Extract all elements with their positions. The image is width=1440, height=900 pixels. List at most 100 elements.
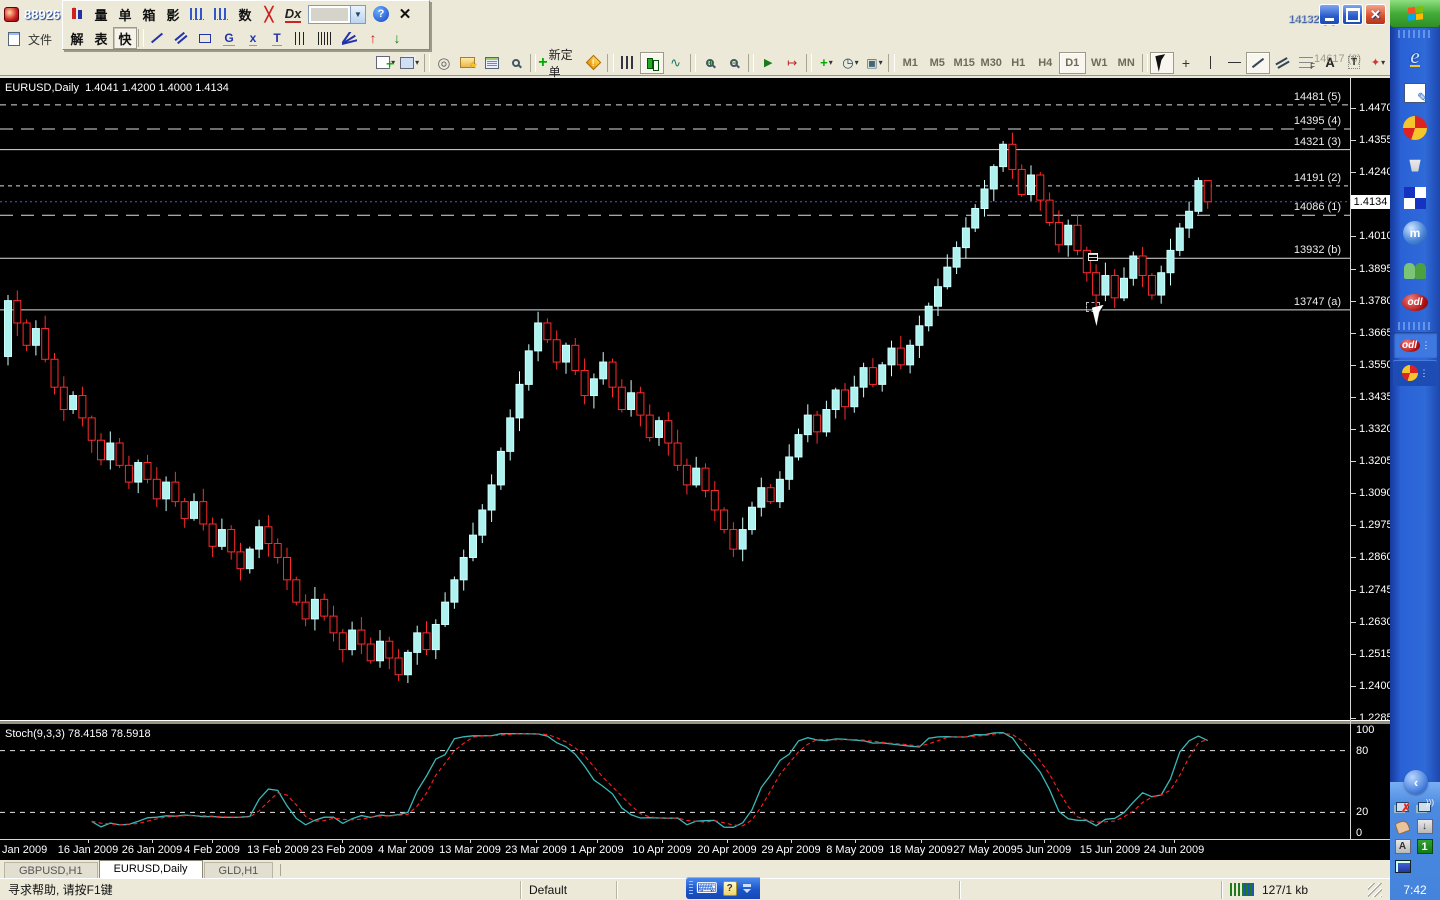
resize-grip[interactable] <box>1368 882 1382 897</box>
task-button-firebird[interactable]: ⋮ <box>1393 360 1437 386</box>
zoom-out-button[interactable]: − <box>722 52 746 74</box>
histogram-button[interactable] <box>185 3 209 25</box>
jie-button[interactable]: 解 <box>65 27 89 49</box>
navigator-button[interactable] <box>456 52 480 74</box>
chart-tab-EURUSD-Daily[interactable]: EURUSD,Daily <box>98 860 203 878</box>
parallel-lines-button[interactable] <box>169 27 193 49</box>
dan-button[interactable]: 单 <box>113 3 137 25</box>
fan-lines-button[interactable] <box>337 27 361 49</box>
channel-button[interactable] <box>1270 52 1294 74</box>
timeframe-M15[interactable]: M15 <box>951 52 978 74</box>
keyboard-icon[interactable]: ⌨ <box>696 881 718 896</box>
checker-shortcut[interactable] <box>1401 184 1429 211</box>
candles-tool-button[interactable] <box>65 3 89 25</box>
crosshair-button[interactable]: + <box>1174 52 1198 74</box>
periods-button[interactable]: ◷ ▾ <box>838 52 862 74</box>
arrow-up-button[interactable]: ↑ <box>361 27 385 49</box>
line-chart-button[interactable]: ∿ <box>664 52 688 74</box>
cursor-button[interactable] <box>1150 51 1175 74</box>
chevron-down-icon[interactable]: ▼ <box>350 5 365 23</box>
hide-icons-chevron[interactable]: ‹ <box>1404 770 1428 794</box>
toolbar-combobox[interactable]: ▼ <box>308 4 366 24</box>
x-tool-button[interactable]: x <box>241 27 265 49</box>
show-desktop-shortcut[interactable] <box>1401 79 1429 106</box>
cross-lines-button[interactable]: ╳ <box>257 3 281 25</box>
network-disconnected-icon[interactable]: ✗ <box>1393 798 1412 815</box>
dx-button[interactable]: Dx <box>281 3 305 25</box>
chart-area[interactable]: EURUSD,Daily 1.4041 1.4200 1.4000 1.4134… <box>0 78 1390 860</box>
arrow-down-button[interactable]: ↓ <box>385 27 409 49</box>
chart-tab-GBPUSD-H1[interactable]: GBPUSD,H1 <box>4 862 98 878</box>
xiang-button[interactable]: 箱 <box>137 3 161 25</box>
chart-tab-GLD-H1[interactable]: GLD,H1 <box>203 862 274 878</box>
new-order-button[interactable]: + 新定单 <box>538 48 581 79</box>
vertical-line-button[interactable] <box>1198 52 1222 74</box>
t-tool-button[interactable]: T <box>265 27 289 49</box>
trendline-button[interactable] <box>1246 51 1271 74</box>
stochastic-plot[interactable] <box>0 724 1350 838</box>
messenger-shortcut[interactable] <box>1401 254 1429 281</box>
timeframe-MN[interactable]: MN <box>1113 52 1140 74</box>
grid-lines-button[interactable] <box>289 27 313 49</box>
arrows-button[interactable]: ✦ ▾ <box>1366 52 1390 74</box>
terminal-button[interactable] <box>480 52 504 74</box>
start-button[interactable] <box>1390 0 1440 28</box>
autoscroll-button[interactable]: ▶ <box>756 52 780 74</box>
download-tray-icon[interactable]: ↓ <box>1415 818 1434 835</box>
drag-handle[interactable] <box>689 881 693 895</box>
horizontal-line-button[interactable] <box>1222 52 1246 74</box>
paint-shortcut[interactable] <box>1401 149 1429 176</box>
profiles-button[interactable]: ▾ <box>398 52 422 74</box>
input-hand-icon[interactable] <box>1393 818 1412 835</box>
menu-file[interactable]: 文件 <box>24 29 56 50</box>
strategy-tester-button[interactable] <box>504 52 528 74</box>
ie-shortcut[interactable]: e <box>1401 44 1429 71</box>
ime-help-icon[interactable]: ? <box>722 880 737 896</box>
biao-button[interactable]: 表 <box>89 27 113 49</box>
rectangle-button[interactable] <box>193 27 217 49</box>
selection-handle[interactable] <box>1088 253 1098 261</box>
ime-language-icon[interactable]: A <box>1393 838 1412 855</box>
liang-button[interactable]: 量 <box>89 3 113 25</box>
metaeditor-button[interactable] <box>581 52 605 74</box>
minimize-button[interactable] <box>1319 4 1340 25</box>
candlestick-plot[interactable] <box>0 78 1350 720</box>
status-profile[interactable]: Default <box>521 880 617 899</box>
diagonal-line-button[interactable] <box>145 27 169 49</box>
kuai-button[interactable]: 快 <box>113 27 137 49</box>
gann-button[interactable]: G <box>217 27 241 49</box>
timeframe-D1[interactable]: D1 <box>1058 51 1086 74</box>
chart-shift-button[interactable]: ↦ <box>780 52 804 74</box>
new-chart-button[interactable]: + ▾ <box>374 52 398 74</box>
ying-button[interactable]: 影 <box>161 3 185 25</box>
timeframe-W1[interactable]: W1 <box>1086 52 1113 74</box>
network-activity-icon[interactable]: ))) <box>1415 798 1434 815</box>
maximize-button[interactable] <box>1342 4 1363 25</box>
book-tray-icon[interactable] <box>1393 858 1412 875</box>
text-label-button[interactable]: T <box>1342 52 1366 74</box>
market-watch-button[interactable]: ◎ <box>432 52 456 74</box>
bar-chart-button[interactable] <box>616 52 640 74</box>
help-button[interactable]: ? <box>369 3 393 25</box>
templates-button[interactable]: ▣ ▾ <box>862 52 886 74</box>
odl-shortcut[interactable]: odl <box>1401 289 1429 316</box>
candlestick-chart-button[interactable] <box>639 51 664 74</box>
task-button-odl[interactable]: odl ⋮ <box>1393 332 1437 358</box>
firebird-shortcut[interactable] <box>1401 114 1429 141</box>
grid-lines2-button[interactable] <box>313 27 337 49</box>
ime-options-icon[interactable] <box>742 883 751 893</box>
notify-one-icon[interactable]: 1 <box>1415 838 1434 855</box>
timeframe-H1[interactable]: H1 <box>1005 52 1032 74</box>
shu-button[interactable]: 数 <box>233 3 257 25</box>
fibonacci-button[interactable] <box>1294 52 1318 74</box>
maxthon-shortcut[interactable]: m <box>1401 219 1429 246</box>
text-button[interactable]: A <box>1318 52 1342 74</box>
toolbar-close-button[interactable]: ✕ <box>393 3 417 25</box>
timeframe-M5[interactable]: M5 <box>924 52 951 74</box>
indicators-button[interactable]: + ▾ <box>814 52 838 74</box>
timeframe-H4[interactable]: H4 <box>1032 52 1059 74</box>
histogram2-button[interactable] <box>209 3 233 25</box>
timeframe-M1[interactable]: M1 <box>897 52 924 74</box>
zoom-in-button[interactable]: + <box>698 52 722 74</box>
timeframe-M30[interactable]: M30 <box>978 52 1005 74</box>
